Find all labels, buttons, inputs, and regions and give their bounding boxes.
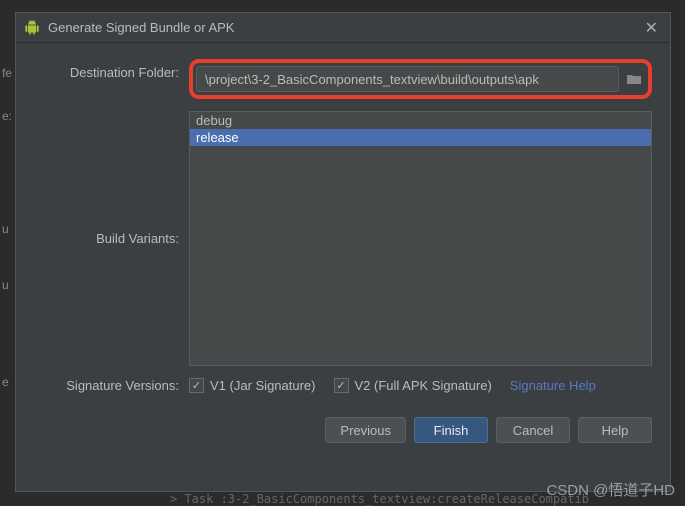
v1-checkbox[interactable]: ✓ V1 (Jar Signature) (189, 378, 316, 393)
variants-label: Build Variants: (34, 111, 189, 246)
dialog-window: Generate Signed Bundle or APK ✕ Destinat… (15, 12, 671, 492)
bg-char: fe (2, 66, 12, 80)
destination-label: Destination Folder: (34, 59, 189, 80)
v2-checkbox[interactable]: ✓ V2 (Full APK Signature) (334, 378, 492, 393)
window-title: Generate Signed Bundle or APK (48, 20, 641, 35)
titlebar: Generate Signed Bundle or APK ✕ (16, 13, 670, 43)
close-icon[interactable]: ✕ (641, 18, 662, 38)
build-variants-list[interactable]: debug release (189, 111, 652, 366)
v1-label: V1 (Jar Signature) (210, 378, 316, 393)
previous-button[interactable]: Previous (325, 417, 406, 443)
bg-char: u (2, 222, 9, 236)
browse-folder-button[interactable] (623, 68, 645, 90)
cancel-button[interactable]: Cancel (496, 417, 570, 443)
background-task-text: > Task :3-2_BasicComponents_textview:cre… (170, 492, 589, 506)
bg-char: e: (2, 109, 12, 123)
variant-item-debug[interactable]: debug (190, 112, 651, 129)
signature-help-link[interactable]: Signature Help (510, 378, 596, 393)
destination-input[interactable] (196, 66, 619, 92)
checkbox-icon: ✓ (334, 378, 349, 393)
help-button[interactable]: Help (578, 417, 652, 443)
v2-label: V2 (Full APK Signature) (355, 378, 492, 393)
variant-item-release[interactable]: release (190, 129, 651, 146)
finish-button[interactable]: Finish (414, 417, 488, 443)
bg-char: u (2, 278, 9, 292)
destination-highlight (189, 59, 652, 99)
checkbox-icon: ✓ (189, 378, 204, 393)
bg-char: e (2, 375, 9, 389)
folder-icon (626, 73, 642, 85)
signature-label: Signature Versions: (34, 378, 189, 393)
android-icon (24, 20, 40, 36)
dialog-content: Destination Folder: Build Variants: debu… (16, 43, 670, 403)
button-row: Previous Finish Cancel Help (16, 403, 670, 443)
